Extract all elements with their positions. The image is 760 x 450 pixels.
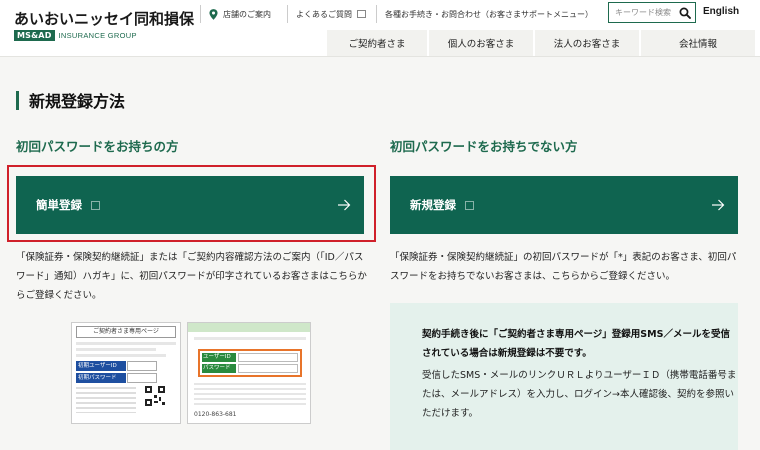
- nav-item-individuals[interactable]: 個人のお客さま: [429, 30, 533, 56]
- nav-item-company-info[interactable]: 会社情報: [641, 30, 755, 56]
- easy-register-button[interactable]: 簡単登録: [16, 176, 364, 234]
- postcard-sample: ご契約者さま専用ページ 初期ユーザーID 初期パスワード: [71, 322, 181, 424]
- text-line-placeholder: [76, 348, 156, 351]
- new-register-button[interactable]: 新規登録: [390, 176, 738, 234]
- left-heading: 初回パスワードをお持ちの方: [16, 139, 179, 154]
- qr-code-icon: [144, 385, 166, 407]
- pw-value-box: [127, 373, 157, 383]
- util-divider: [376, 5, 377, 23]
- nav-item-policyholders[interactable]: ご契約者さま: [327, 30, 427, 56]
- text-line-placeholder: [76, 342, 176, 345]
- pw-label-box: 初期パスワード: [76, 373, 126, 383]
- certificate-header-band: [188, 323, 310, 332]
- util-link-stores[interactable]: 店舗のご案内: [200, 4, 271, 24]
- company-logo-name[interactable]: あいおいニッセイ同和損保: [14, 8, 194, 29]
- site-header: あいおいニッセイ同和損保 MS&AD INSURANCE GROUP 店舗のご案…: [0, 0, 760, 56]
- password-label: パスワード: [202, 364, 236, 373]
- search-icon[interactable]: [679, 7, 691, 19]
- header-divider: [0, 56, 760, 57]
- left-description: 「保険証券・保険契約継続証」または「ご契約内容確認方法のご案内（「ID／パスワー…: [16, 252, 367, 301]
- new-register-label: 新規登録: [410, 198, 456, 212]
- util-divider: [287, 5, 288, 23]
- search-input[interactable]: [609, 3, 679, 22]
- id-value-box: [127, 361, 157, 371]
- fine-print-placeholder: [76, 387, 136, 413]
- right-description: 「保険証券・保険契約継続証」の初回パスワードが「*」表記のお客さま、初回パスワー…: [390, 252, 737, 282]
- util-divider: [200, 5, 201, 23]
- password-value: [238, 364, 298, 373]
- map-pin-icon: [209, 8, 218, 20]
- sms-notice-box: 契約手続き後に「ご契約者さま専用ページ」登録用SMS／メールを受信されている場合…: [390, 303, 738, 450]
- sms-notice-bold: 契約手続き後に「ご契約者さま専用ページ」登録用SMS／メールを受信されている場合…: [422, 329, 730, 359]
- phone-number: 0120-863-681: [194, 411, 237, 418]
- text-line-placeholder: [194, 337, 306, 340]
- arrow-right-icon: [712, 199, 725, 211]
- right-heading: 初回パスワードをお持ちでない方: [390, 139, 578, 154]
- external-window-icon: [357, 10, 366, 18]
- insurance-group-label: INSURANCE GROUP: [58, 31, 137, 40]
- document-icon: [465, 200, 474, 210]
- util-link-faq[interactable]: よくあるご質問: [287, 4, 366, 24]
- main-nav: ご契約者さま 個人のお客さま 法人のお客さま 会社情報: [327, 30, 757, 56]
- document-icon: [91, 200, 100, 210]
- fine-print-placeholder: [194, 383, 306, 405]
- easy-register-label: 簡単登録: [36, 198, 82, 212]
- arrow-right-icon: [338, 199, 351, 211]
- page-title-text: 新規登録方法: [29, 92, 126, 111]
- text-line-placeholder: [76, 354, 166, 357]
- util-link-support[interactable]: 各種お手続き・お問合わせ（お客さまサポートメニュー）: [376, 4, 593, 24]
- util-link-label: 各種お手続き・お問合わせ（お客さまサポートメニュー）: [385, 9, 593, 19]
- keyword-search: [608, 2, 696, 23]
- userid-value: [238, 353, 298, 362]
- group-logo: MS&AD INSURANCE GROUP: [14, 30, 137, 41]
- certificate-sample: ユーザーID パスワード 0120-863-681: [187, 322, 311, 424]
- sample-documents-image: ご契約者さま専用ページ 初期ユーザーID 初期パスワード ユーザーID パスワー…: [71, 322, 311, 424]
- id-label-box: 初期ユーザーID: [76, 361, 126, 371]
- util-link-label: 店舗のご案内: [223, 9, 271, 19]
- nav-item-corporations[interactable]: 法人のお客さま: [535, 30, 639, 56]
- page-title: 新規登録方法: [16, 88, 125, 112]
- postcard-title: ご契約者さま専用ページ: [76, 326, 176, 338]
- util-link-label: よくあるご質問: [296, 9, 352, 19]
- password-callout: ユーザーID パスワード: [198, 349, 302, 377]
- userid-label: ユーザーID: [202, 353, 236, 362]
- sms-notice-text: 受信したSMS・メールのリンクＵＲＬよりユーザーＩＤ（携帯電話番号または、メール…: [422, 370, 737, 419]
- ms-ad-badge: MS&AD: [14, 30, 55, 41]
- english-link[interactable]: English: [703, 6, 739, 17]
- title-accent-bar: [16, 90, 19, 110]
